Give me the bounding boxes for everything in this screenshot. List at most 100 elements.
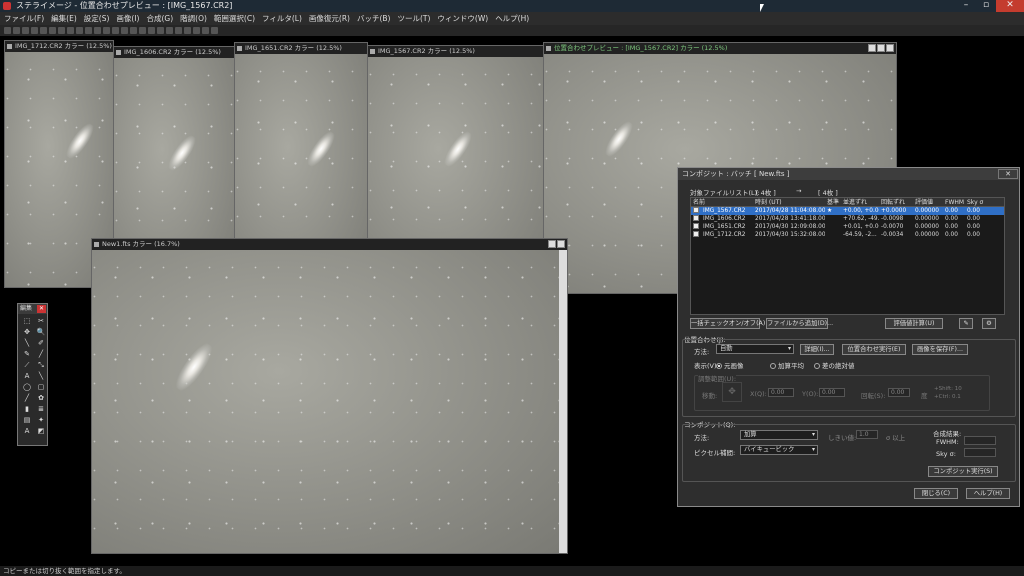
- ellipse-tool-icon[interactable]: ◯: [21, 382, 33, 392]
- menu-batch[interactable]: バッチ(B): [357, 13, 391, 24]
- tool-icon[interactable]: [211, 27, 218, 34]
- col-name[interactable]: 名前: [691, 198, 753, 206]
- x-input[interactable]: 0.00: [768, 388, 794, 397]
- tool-icon[interactable]: [40, 27, 47, 34]
- stroke-tool-icon[interactable]: ⟋: [21, 360, 33, 370]
- tool-icon[interactable]: [112, 27, 119, 34]
- menu-image[interactable]: 画像(I): [116, 13, 139, 24]
- menu-window[interactable]: ウィンドウ(W): [437, 13, 488, 24]
- font-tool-icon[interactable]: A: [21, 426, 33, 436]
- col-ref[interactable]: 基準: [825, 198, 841, 206]
- col-eval[interactable]: 評価値: [913, 198, 943, 206]
- tool-icon[interactable]: [184, 27, 191, 34]
- menu-filter[interactable]: フィルタ(L): [262, 13, 302, 24]
- menu-help[interactable]: ヘルプ(H): [495, 13, 529, 24]
- window-title[interactable]: IMG_1712.CR2 カラー (12.5%): [5, 41, 113, 52]
- tool-icon[interactable]: [193, 27, 200, 34]
- add-from-file-button[interactable]: ファイルから追加(D)...: [766, 318, 833, 329]
- minimize-icon[interactable]: [868, 44, 876, 52]
- window-title[interactable]: IMG_1567.CR2 カラー (12.5%): [368, 46, 544, 57]
- radio-abs-diff[interactable]: 差の絶対値: [814, 360, 855, 370]
- tool-icon[interactable]: [58, 27, 65, 34]
- check-all-button[interactable]: 一括チェックオン/オフ(A): [690, 318, 765, 329]
- radio-average[interactable]: 加算平均: [770, 360, 804, 370]
- col-rotation[interactable]: 回転ずれ: [879, 198, 913, 206]
- help-button[interactable]: ヘルプ(H): [966, 488, 1010, 499]
- tool-icon[interactable]: [121, 27, 128, 34]
- tool-icon[interactable]: [76, 27, 83, 34]
- stamp-tool-icon[interactable]: ✿: [35, 393, 47, 403]
- maximize-icon[interactable]: [877, 44, 885, 52]
- window-title[interactable]: IMG_1651.CR2 カラー (12.5%): [235, 43, 367, 54]
- detail-button[interactable]: 詳細(I)...: [800, 344, 834, 355]
- resize-tool-icon[interactable]: ⤡: [35, 360, 47, 370]
- pencil-tool-icon[interactable]: ✎: [21, 349, 33, 359]
- tool-icon[interactable]: [202, 27, 209, 34]
- rect-tool-icon[interactable]: ▢: [35, 382, 47, 392]
- tool-icon[interactable]: [139, 27, 146, 34]
- row-checkbox[interactable]: [693, 231, 699, 237]
- table-row[interactable]: IMG_1606.CR2 2017/04/28 13:41:18.00 +70.…: [691, 215, 1004, 223]
- fill-tool-icon[interactable]: ▮: [21, 404, 33, 414]
- tool-icon[interactable]: [94, 27, 101, 34]
- tool-icon[interactable]: [4, 27, 11, 34]
- file-list[interactable]: 名前 時刻 (UT) 基準 並進ずれ 回転ずれ 評価値 FWHM Sky σ I…: [690, 197, 1005, 315]
- menu-selection[interactable]: 範囲選択(C): [214, 13, 255, 24]
- row-checkbox[interactable]: [693, 223, 699, 229]
- settings-icon[interactable]: ⚙: [982, 318, 996, 329]
- minimize-icon[interactable]: [548, 240, 556, 248]
- menu-tools[interactable]: ツール(T): [397, 13, 430, 24]
- maximize-icon[interactable]: [557, 240, 565, 248]
- tool-icon[interactable]: [13, 27, 20, 34]
- run-composite-button[interactable]: コンポジット実行(S): [928, 466, 998, 477]
- pattern-tool-icon[interactable]: ▤: [21, 415, 33, 425]
- menu-file[interactable]: ファイル(F): [4, 13, 44, 24]
- tool-icon[interactable]: [157, 27, 164, 34]
- run-align-button[interactable]: 位置合わせ実行(E): [842, 344, 906, 355]
- col-fwhm[interactable]: FWHM: [943, 198, 965, 206]
- threshold-input[interactable]: 1.0: [856, 430, 878, 439]
- move-tool-icon[interactable]: ✥: [21, 327, 33, 337]
- menu-composite[interactable]: 合成(G): [146, 13, 173, 24]
- slash-tool-icon[interactable]: ╱: [21, 393, 33, 403]
- maximize-icon[interactable]: ▫: [976, 0, 996, 12]
- row-checkbox[interactable]: [693, 215, 699, 221]
- minimize-icon[interactable]: –: [956, 0, 976, 12]
- rotation-input[interactable]: 0.00: [888, 388, 910, 397]
- tool-icon[interactable]: [166, 27, 173, 34]
- close-button[interactable]: 閉じる(C): [914, 488, 958, 499]
- y-input[interactable]: 0.00: [819, 388, 845, 397]
- table-row[interactable]: IMG_1712.CR2 2017/04/30 15:32:08.00 -64.…: [691, 231, 1004, 239]
- col-sky[interactable]: Sky σ: [965, 198, 987, 206]
- menu-edit[interactable]: 編集(E): [51, 13, 77, 24]
- image-canvas[interactable]: [92, 250, 559, 553]
- comp-method-select[interactable]: 加算: [740, 430, 818, 440]
- tool-icon[interactable]: [148, 27, 155, 34]
- menu-restore[interactable]: 画像復元(R): [309, 13, 350, 24]
- calc-eval-button[interactable]: 評価値計算(U): [885, 318, 943, 329]
- brush-tool-icon[interactable]: ╱: [35, 349, 47, 359]
- tool-icon[interactable]: [175, 27, 182, 34]
- tool-icon[interactable]: [103, 27, 110, 34]
- star-tool-icon[interactable]: ✦: [35, 415, 47, 425]
- radio-icon[interactable]: [770, 363, 776, 369]
- tool-icon[interactable]: [49, 27, 56, 34]
- line-tool-icon[interactable]: ╲: [21, 338, 33, 348]
- window-title[interactable]: 位置合わせプレビュー : [IMG_1567.CR2] カラー (12.5%): [544, 43, 896, 54]
- col-shift[interactable]: 並進ずれ: [841, 198, 879, 206]
- table-row[interactable]: IMG_1651.CR2 2017/04/30 12:09:08.00 +0.0…: [691, 223, 1004, 231]
- zoom-tool-icon[interactable]: 🔍: [35, 327, 47, 337]
- brush-icon[interactable]: ✎: [959, 318, 973, 329]
- tool-icon[interactable]: [67, 27, 74, 34]
- close-icon[interactable]: ✕: [37, 305, 46, 313]
- pen-tool-icon[interactable]: ✐: [35, 338, 47, 348]
- window-title[interactable]: New1.fts カラー (16.7%): [92, 239, 567, 250]
- mask-tool-icon[interactable]: ◩: [35, 426, 47, 436]
- crop-tool-icon[interactable]: ✂: [35, 316, 47, 326]
- close-icon[interactable]: ✕: [996, 0, 1024, 12]
- select-tool-icon[interactable]: ⬚: [21, 316, 33, 326]
- move-pad-icon[interactable]: ✥: [722, 382, 742, 402]
- new1-window[interactable]: New1.fts カラー (16.7%): [91, 238, 568, 554]
- radio-original[interactable]: 元画像: [716, 360, 744, 370]
- menu-levels[interactable]: 階調(O): [180, 13, 207, 24]
